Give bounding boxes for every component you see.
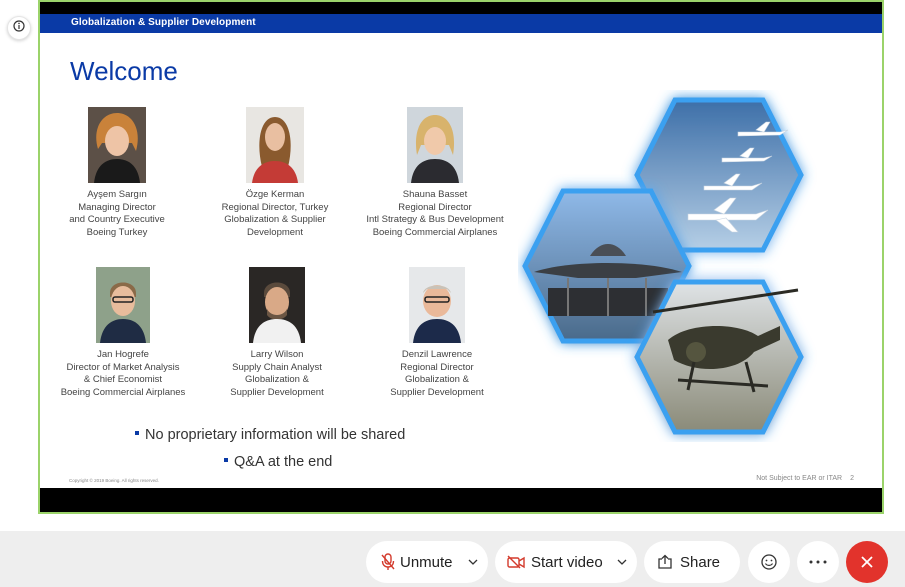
- more-icon: [809, 560, 827, 564]
- person-role-line: Globalization & Supplier: [224, 214, 326, 225]
- emoji-icon: [760, 553, 778, 571]
- person-card: Ayşem Sargın Managing Director and Count…: [40, 107, 207, 239]
- slide-header-bar: Globalization & Supplier Development: [40, 14, 882, 33]
- slide-header-text: Globalization & Supplier Development: [71, 17, 256, 28]
- person-card: Larry Wilson Supply Chain Analyst Global…: [187, 267, 367, 399]
- person-role-line: Globalization &: [245, 374, 309, 385]
- presentation-slide: Globalization & Supplier Development Wel…: [40, 14, 882, 488]
- person-photo: [249, 267, 305, 343]
- start-video-button-group: Start video: [495, 541, 637, 583]
- page-number: 2: [850, 475, 854, 482]
- person-photo: [246, 107, 304, 183]
- person-role-line: Intl Strategy & Bus Development: [366, 214, 504, 225]
- person-photo: [96, 267, 150, 343]
- person-role-line: Regional Director: [400, 361, 474, 373]
- shared-screen: Globalization & Supplier Development Wel…: [38, 0, 884, 514]
- chevron-down-icon: [617, 559, 627, 565]
- start-video-label: Start video: [531, 553, 603, 571]
- share-icon: [657, 554, 673, 570]
- start-video-button[interactable]: Start video: [495, 541, 607, 583]
- person-role-line: and Country Executive: [69, 214, 165, 225]
- person-photo: [407, 107, 463, 183]
- info-button[interactable]: [7, 16, 31, 40]
- person-photo: [409, 267, 465, 343]
- export-notice: Not Subject to EAR or ITAR: [756, 475, 843, 482]
- more-options-button[interactable]: [797, 541, 839, 583]
- meeting-window: Globalization & Supplier Development Wel…: [0, 0, 905, 587]
- share-button[interactable]: Share: [644, 541, 740, 583]
- slide-title: Welcome: [70, 56, 178, 86]
- person-name: Larry Wilson: [250, 349, 304, 360]
- person-name: Denzil Lawrence: [401, 349, 473, 360]
- person-card: Özge Kerman Regional Director, Turkey Gl…: [185, 107, 365, 239]
- end-call-icon: [860, 555, 874, 569]
- person-role-line: Regional Director: [398, 201, 472, 213]
- unmute-label: Unmute: [400, 553, 453, 571]
- unmute-button-group: Unmute: [366, 541, 488, 583]
- person-role-line: Boeing Turkey: [86, 226, 148, 238]
- person-role-line: Development: [247, 226, 303, 238]
- unmute-button[interactable]: Unmute: [366, 541, 458, 583]
- slide-copyright: Copyright © 2019 Boeing. All rights rese…: [69, 478, 159, 483]
- bullet-text: No proprietary information will be share…: [145, 427, 406, 443]
- person-card: Shauna Basset Regional Director Intl Str…: [345, 107, 525, 239]
- person-name: Ayşem Sargın: [87, 189, 147, 200]
- chevron-down-icon: [468, 559, 478, 565]
- slide-footer: Not Subject to EAR or ITAR 2: [756, 475, 854, 482]
- person-role-line: Managing Director: [78, 201, 156, 213]
- person-role-line: Supply Chain Analyst: [232, 361, 322, 373]
- bullet-item: No proprietary information will be share…: [135, 427, 405, 443]
- person-name: Özge Kerman: [245, 189, 305, 200]
- leave-meeting-button[interactable]: [846, 541, 888, 583]
- microphone-muted-icon: [380, 553, 396, 571]
- person-role-line: Regional Director, Turkey: [221, 201, 329, 213]
- person-name: Shauna Basset: [402, 189, 468, 200]
- bullet-icon: [135, 431, 139, 436]
- meeting-toolbar: Unmute Start video Share: [0, 531, 905, 587]
- audio-options-dropdown[interactable]: [458, 541, 488, 583]
- share-label: Share: [680, 553, 721, 571]
- person-photo: [88, 107, 146, 183]
- bullet-item: Q&A at the end: [224, 454, 332, 470]
- person-role-line: Supplier Development: [390, 386, 484, 398]
- info-icon: [13, 19, 25, 37]
- aircraft-hexagon-images: [522, 97, 804, 435]
- video-camera-off-icon: [507, 555, 525, 569]
- reactions-button[interactable]: [748, 541, 790, 583]
- bullet-icon: [224, 458, 228, 463]
- person-role-line: Boeing Commercial Airplanes: [372, 226, 498, 238]
- bullet-text: Q&A at the end: [234, 454, 333, 470]
- person-card: Denzil Lawrence Regional Director Global…: [347, 267, 527, 399]
- video-options-dropdown[interactable]: [607, 541, 637, 583]
- person-role-line: Supplier Development: [230, 386, 324, 398]
- person-role-line: Globalization &: [405, 374, 469, 385]
